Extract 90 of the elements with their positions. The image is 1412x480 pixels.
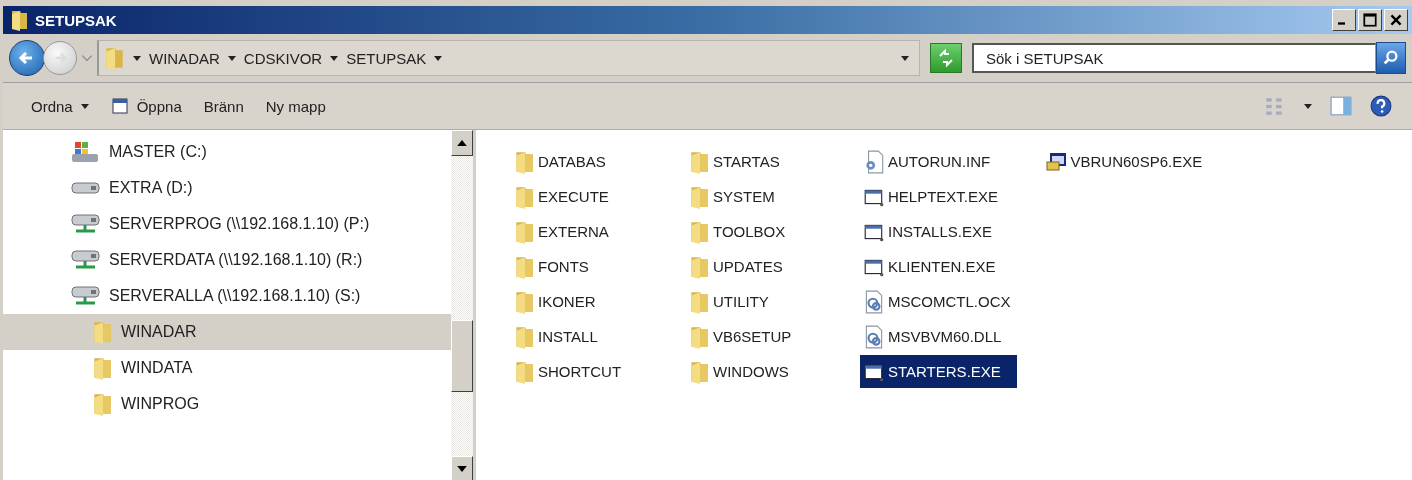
drive-icon: [71, 141, 101, 163]
file-item[interactable]: INSTALL: [510, 320, 659, 353]
network-drive-icon: [71, 285, 101, 307]
file-item[interactable]: STARTERS.EXE: [860, 355, 1017, 388]
file-item[interactable]: SYSTEM: [685, 180, 834, 213]
tree-item[interactable]: WINADAR: [3, 314, 451, 350]
search-field[interactable]: Sök i SETUPSAK: [972, 43, 1376, 73]
up-arrow-icon: [457, 140, 467, 146]
drive-icon: [71, 182, 101, 194]
file-item[interactable]: MSCOMCTL.OCX: [860, 285, 1017, 318]
file-item[interactable]: FONTS: [510, 250, 659, 283]
minimize-icon: [1338, 22, 1345, 25]
file-item[interactable]: STARTAS: [685, 145, 834, 178]
maximize-icon: [1361, 12, 1379, 28]
folder-icon: [688, 324, 710, 349]
tree-item[interactable]: EXTRA (D:): [3, 170, 451, 206]
folder-icon: [103, 46, 125, 70]
caret-icon[interactable]: [1304, 103, 1312, 109]
folder-icon: [9, 9, 29, 31]
caret-icon[interactable]: [901, 55, 909, 61]
network-drive-icon: [71, 249, 101, 271]
window-icon: [110, 97, 129, 115]
tree-item[interactable]: WINDATA: [3, 350, 451, 386]
scroll-up-button[interactable]: [451, 130, 473, 156]
folder-icon: [91, 320, 113, 344]
file-item[interactable]: HELPTEXT.EXE: [860, 180, 1017, 213]
toolbar-button[interactable]: Bränn: [195, 93, 252, 119]
folder-icon: [513, 184, 535, 209]
file-item[interactable]: VB6SETUP: [685, 320, 834, 353]
maximize-button[interactable]: [1358, 9, 1382, 31]
library-file-icon: [863, 324, 885, 349]
breadcrumb[interactable]: WINADAR: [149, 49, 220, 67]
breadcrumb[interactable]: CDSKIVOR: [243, 49, 323, 67]
search-button[interactable]: [1376, 42, 1406, 74]
caret-icon[interactable]: [227, 55, 236, 61]
toolbar-button[interactable]: Ny mapp: [257, 93, 334, 119]
file-item[interactable]: UTILITY: [685, 285, 834, 318]
file-item[interactable]: DATABAS: [510, 145, 659, 178]
scroll-thumb[interactable]: [451, 320, 473, 392]
scrollbar[interactable]: [451, 130, 473, 480]
menu-button[interactable]: Ordna: [23, 93, 97, 119]
file-item[interactable]: AUTORUN.INF: [860, 145, 1017, 178]
folder-icon: [688, 219, 710, 244]
minimize-button[interactable]: [1332, 9, 1356, 31]
folder-icon: [688, 184, 710, 209]
tree-item[interactable]: WINPROG: [3, 386, 451, 422]
folder-icon: [688, 149, 710, 174]
breadcrumb[interactable]: SETUPSAK: [346, 49, 427, 67]
caret-icon[interactable]: [330, 55, 339, 61]
caret-icon[interactable]: [133, 55, 141, 61]
folder-icon: [91, 392, 113, 416]
settings-file-icon: [863, 149, 885, 174]
folder-icon: [513, 359, 535, 384]
help-icon[interactable]: [1370, 95, 1392, 117]
window-title: SETUPSAK: [35, 11, 117, 29]
file-item[interactable]: INSTALLS.EXE: [860, 215, 1017, 248]
caret-icon[interactable]: [434, 55, 443, 61]
tree-item[interactable]: SERVERPROG (\\192.168.1.10) (P:): [3, 206, 451, 242]
refresh-button[interactable]: [930, 43, 962, 73]
file-item[interactable]: MSVBVM60.DLL: [860, 320, 1017, 353]
address-bar[interactable]: WINADAR CDSKIVOR SETUPSAK: [97, 40, 920, 76]
folder-icon: [513, 289, 535, 314]
folder-icon: [688, 254, 710, 279]
library-file-icon: [863, 289, 885, 314]
file-item[interactable]: EXECUTE: [510, 180, 659, 213]
file-item[interactable]: SHORTCUT: [510, 355, 659, 388]
folder-icon: [513, 254, 535, 279]
folder-icon: [513, 219, 535, 244]
folder-icon: [513, 324, 535, 349]
file-item[interactable]: TOOLBOX: [685, 215, 834, 248]
scroll-down-button[interactable]: [451, 456, 473, 480]
folder-icon: [688, 289, 710, 314]
file-item[interactable]: WINDOWS: [685, 355, 834, 388]
toolbar-button[interactable]: Öppna: [102, 93, 190, 119]
folder-icon: [688, 359, 710, 384]
down-arrow-icon: [457, 466, 467, 472]
network-drive-icon: [71, 213, 101, 235]
tree-item[interactable]: MASTER (C:): [3, 134, 451, 170]
folder-icon: [91, 356, 113, 380]
file-item[interactable]: KLIENTEN.EXE: [860, 250, 1017, 283]
folder-icon: [513, 149, 535, 174]
back-button[interactable]: [9, 40, 45, 76]
file-item[interactable]: UPDATES: [685, 250, 834, 283]
file-item[interactable]: EXTERNA: [510, 215, 659, 248]
tree-item[interactable]: SERVERALLA (\\192.168.1.10) (S:): [3, 278, 451, 314]
file-item[interactable]: IKONER: [510, 285, 659, 318]
tree-item[interactable]: SERVERDATA (\\192.168.1.10) (R:): [3, 242, 451, 278]
file-item[interactable]: VBRUN60SP6.EXE: [1042, 145, 1209, 178]
caret-icon: [80, 103, 89, 109]
close-button[interactable]: [1384, 9, 1408, 31]
